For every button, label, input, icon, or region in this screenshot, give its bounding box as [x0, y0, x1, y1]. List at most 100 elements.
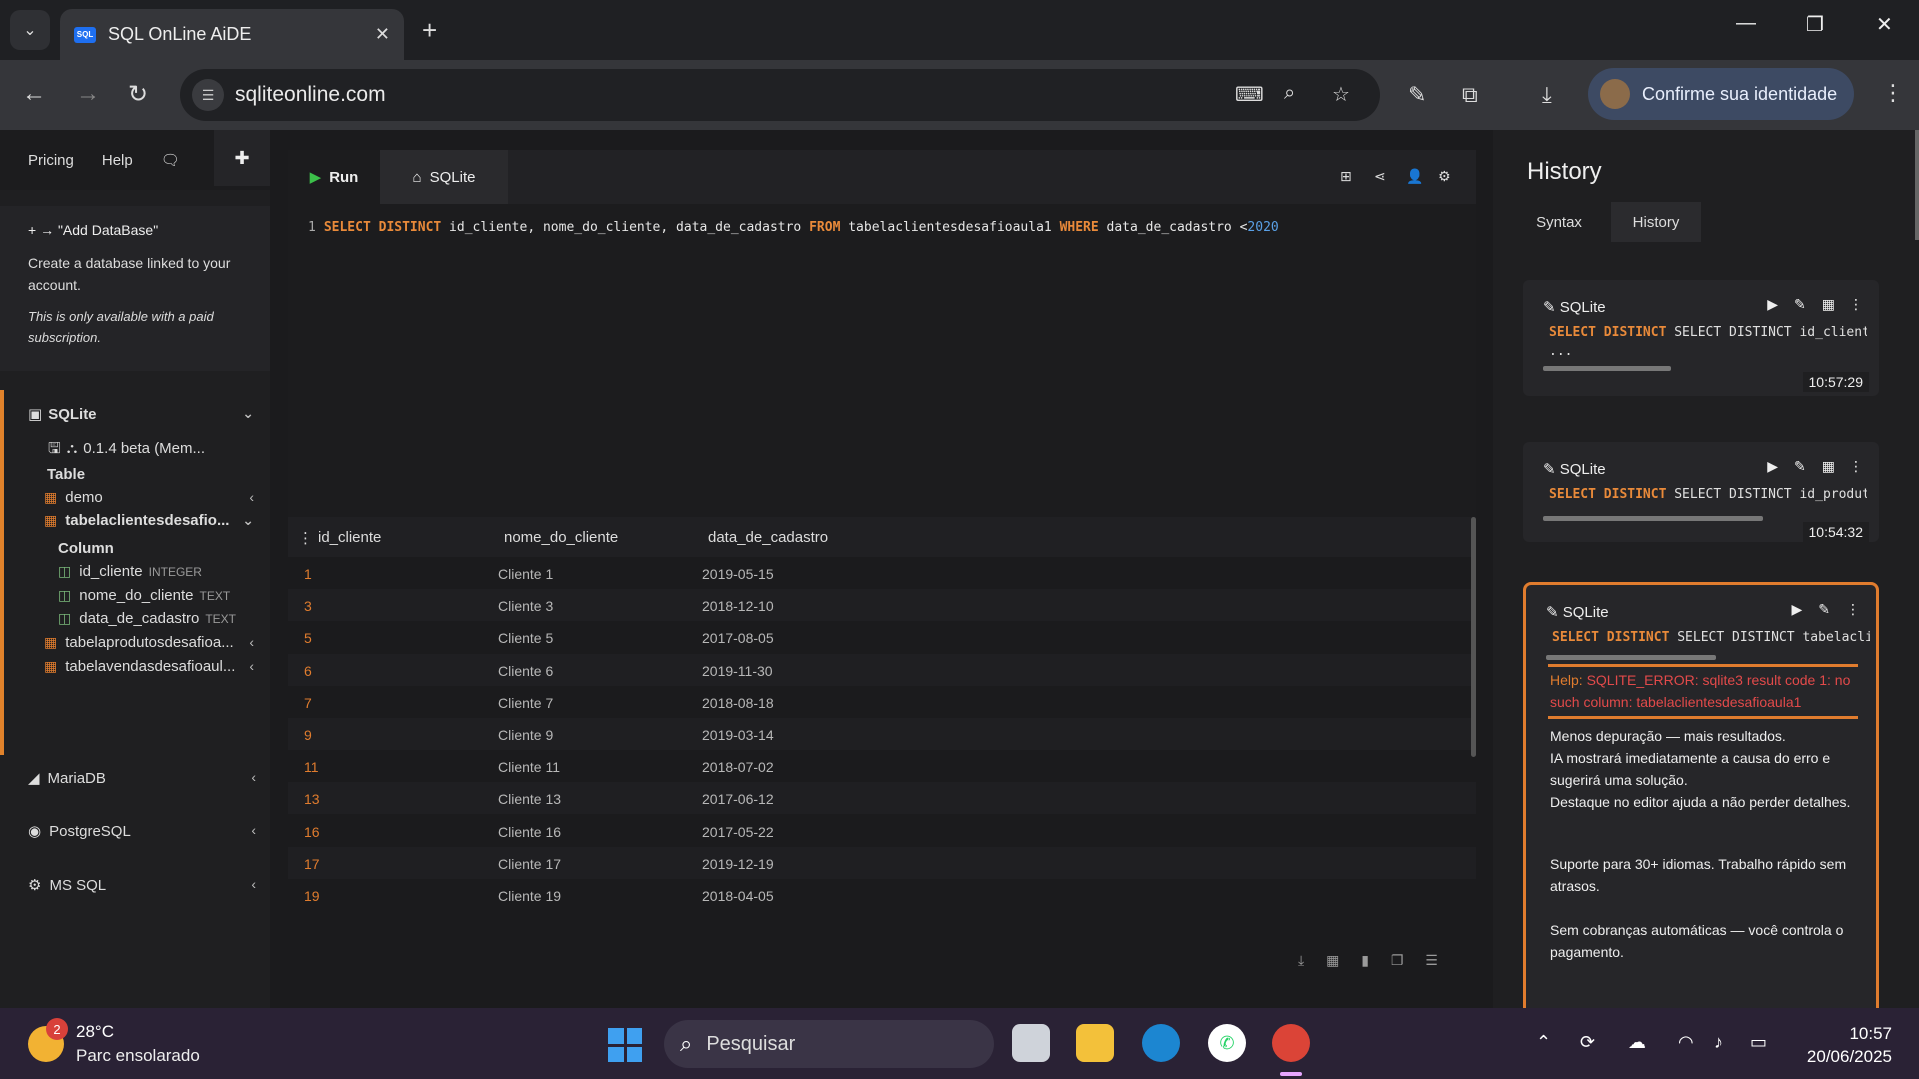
file-explorer-icon[interactable] — [1076, 1024, 1114, 1062]
table-cell[interactable]: 17 — [304, 856, 320, 872]
history-entry-error[interactable]: ✎ SQLite ▶ ✎ ⋮ SELECT DISTINCT SELECT DIST… — [1523, 582, 1879, 1008]
table-cell[interactable]: 2018-07-02 — [702, 759, 774, 775]
table-cell[interactable]: 2019-12-19 — [702, 856, 774, 872]
edit-icon[interactable]: ✎ — [1794, 296, 1806, 312]
copy-icon[interactable]: ❐ — [1391, 952, 1404, 968]
weather-temperature[interactable]: 28°C — [76, 1022, 114, 1042]
taskbar-search[interactable]: ⌕ Pesquisar — [664, 1020, 994, 1068]
restore-icon[interactable]: ❐ — [1806, 12, 1824, 37]
db-item-mssql[interactable]: ⚙ MS SQL ‹ — [28, 876, 256, 894]
db-item-mariadb[interactable]: ◢ MariaDB ‹ — [28, 769, 256, 787]
eyedropper-icon[interactable]: ✎ — [1408, 82, 1426, 108]
table-row[interactable]: 9 Cliente 9 2019-03-14 — [288, 718, 1476, 750]
more-icon[interactable]: ⋮ — [1849, 458, 1863, 474]
table-item-vendas[interactable]: ▦ tabelavendasdesafioaul... ‹ — [44, 658, 268, 675]
grid-icon[interactable]: ▦ — [1326, 952, 1339, 968]
history-entry[interactable]: ✎ SQLite ▶ ✎ ▦ ⋮ SELECT DISTINCT SELECT DIS… — [1523, 280, 1879, 396]
table-cell[interactable]: 11 — [304, 759, 319, 775]
chrome-icon[interactable] — [1272, 1024, 1310, 1062]
table-cell[interactable]: 2019-03-14 — [702, 727, 774, 743]
results-scrollbar[interactable] — [1471, 517, 1476, 757]
table-cell[interactable]: Cliente 17 — [498, 856, 561, 872]
play-icon[interactable]: ▶ — [1767, 296, 1778, 312]
new-tab-plus-icon[interactable]: ⊞ — [1340, 168, 1352, 185]
bookmark-star-icon[interactable]: ☆ — [1332, 82, 1350, 107]
volume-icon[interactable]: ♪ — [1714, 1032, 1723, 1053]
save-icon[interactable]: 🖫 — [48, 440, 61, 457]
forward-icon[interactable]: → — [76, 80, 100, 108]
windows-start-icon[interactable] — [608, 1028, 642, 1062]
column-menu-icon[interactable]: ⋮ — [298, 529, 313, 547]
settings-gear-icon[interactable]: ⚙ — [1438, 168, 1451, 185]
table-cell[interactable]: 2018-12-10 — [702, 598, 774, 614]
tab-syntax[interactable]: Syntax — [1517, 202, 1601, 242]
close-window-icon[interactable]: ✕ — [1876, 12, 1893, 37]
table-row[interactable]: 5 Cliente 5 2017-08-05 — [288, 621, 1476, 653]
table-cell[interactable]: 13 — [304, 791, 320, 807]
edit-icon[interactable]: ✎ — [1818, 601, 1830, 617]
table-cell[interactable]: Cliente 3 — [498, 598, 553, 614]
table-item-clientes[interactable]: ▦ tabelaclientesdesafio... ⌄ — [44, 512, 268, 529]
table-cell[interactable]: Cliente 9 — [498, 727, 553, 743]
add-database-button[interactable]: ✚ — [214, 130, 270, 186]
chevron-up-icon[interactable]: ⌃ — [1536, 1032, 1551, 1053]
add-database-title[interactable]: + → "Add DataBase" — [28, 222, 242, 238]
play-icon[interactable]: ▶ — [1791, 601, 1802, 617]
profile-button[interactable]: Confirme sua identidade — [1588, 68, 1854, 120]
edge-icon[interactable] — [1142, 1024, 1180, 1062]
history-entry-scrollbar[interactable] — [1543, 366, 1671, 371]
address-bar[interactable]: ☰ sqliteonline.com ⌨ ⌕ ☆ — [180, 69, 1380, 121]
grid-icon[interactable]: ▦ — [1822, 296, 1835, 312]
help-link[interactable]: Help — [102, 152, 133, 169]
table-row[interactable]: 16 Cliente 16 2017-05-22 — [288, 815, 1476, 847]
url-text[interactable]: sqliteonline.com — [235, 83, 386, 107]
table-cell[interactable]: 2017-08-05 — [702, 630, 774, 646]
close-tab-icon[interactable]: ✕ — [375, 24, 390, 45]
table-cell[interactable]: 6 — [304, 663, 312, 679]
column-header-nome[interactable]: nome_do_cliente — [504, 529, 618, 546]
table-cell[interactable]: 9 — [304, 727, 312, 743]
sync-icon[interactable]: ⟳ — [1580, 1032, 1595, 1053]
table-cell[interactable]: 3 — [304, 598, 312, 614]
chart-icon[interactable]: ▮ — [1361, 952, 1369, 968]
more-icon[interactable]: ⋮ — [1849, 296, 1863, 312]
more-icon[interactable]: ⋮ — [1846, 601, 1860, 617]
column-header-id[interactable]: id_cliente — [318, 529, 381, 546]
table-row[interactable]: 3 Cliente 3 2018-12-10 — [288, 589, 1476, 622]
table-cell[interactable]: 16 — [304, 824, 320, 840]
table-cell[interactable]: 2017-06-12 — [702, 791, 774, 807]
table-cell[interactable]: Cliente 13 — [498, 791, 561, 807]
history-entry-scrollbar[interactable] — [1546, 655, 1716, 660]
table-row[interactable]: 13 Cliente 13 2017-06-12 — [288, 782, 1476, 815]
extensions-icon[interactable]: ⧉ — [1462, 82, 1478, 108]
column-item[interactable]: ◫ data_de_cadastro TEXT — [58, 610, 236, 627]
clock[interactable]: 10:57 20/06/2025 — [1796, 1022, 1892, 1068]
browser-tab[interactable]: SQL SQL OnLine AiDE ✕ — [60, 9, 404, 60]
table-item-demo[interactable]: ▦ demo ‹ — [44, 489, 268, 506]
table-cell[interactable]: 2019-05-15 — [702, 566, 774, 582]
table-item-produtos[interactable]: ▦ tabelaprodutosdesafioa... ‹ — [44, 634, 268, 651]
menu-icon[interactable]: ☰ — [1425, 952, 1438, 968]
table-cell[interactable]: 1 — [304, 566, 312, 582]
table-cell[interactable]: 2019-11-30 — [702, 663, 773, 679]
history-entry-scrollbar[interactable] — [1543, 516, 1763, 521]
back-icon[interactable]: ← — [22, 80, 46, 108]
task-view-icon[interactable] — [1012, 1024, 1050, 1062]
table-row[interactable]: 11 Cliente 11 2018-07-02 — [288, 750, 1476, 782]
battery-icon[interactable]: ▭ — [1750, 1032, 1767, 1053]
download-icon[interactable]: ⤓ — [1542, 82, 1552, 108]
table-row[interactable]: 17 Cliente 17 2019-12-19 — [288, 846, 1476, 879]
user-icon[interactable]: 👤 — [1406, 168, 1423, 185]
translate-icon[interactable]: ⌨ — [1235, 82, 1264, 107]
table-cell[interactable]: Cliente 1 — [498, 566, 553, 582]
table-cell[interactable]: 2018-08-18 — [702, 695, 774, 711]
whatsapp-icon[interactable]: ✆ — [1208, 1024, 1246, 1062]
column-item[interactable]: ◫ id_cliente INTEGER — [58, 563, 202, 580]
browser-menu-icon[interactable]: ⋮ — [1882, 80, 1904, 106]
table-cell[interactable]: 2018-04-05 — [702, 888, 774, 904]
db-item-postgresql[interactable]: ◉ PostgreSQL ‹ — [28, 822, 256, 840]
table-cell[interactable]: Cliente 11 — [498, 759, 560, 775]
edit-icon[interactable]: ✎ — [1794, 458, 1806, 474]
new-tab-icon[interactable]: + — [422, 15, 437, 46]
table-cell[interactable]: 7 — [304, 695, 312, 711]
